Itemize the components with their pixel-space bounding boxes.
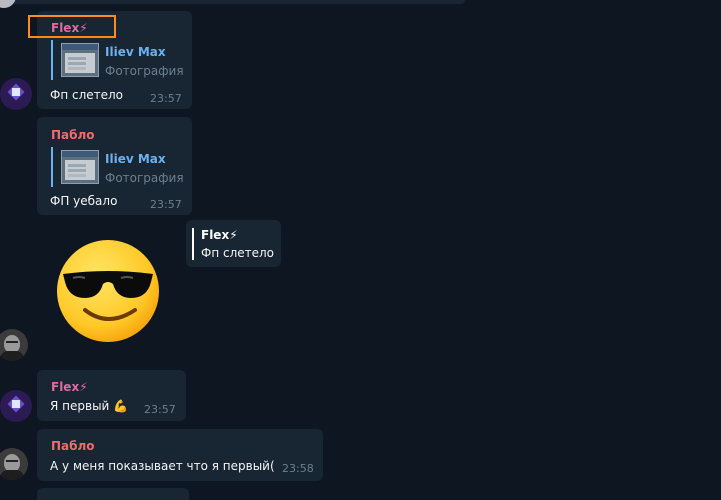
sunglasses-emoji[interactable] (55, 238, 161, 344)
message-bubble[interactable]: Пабло А у меня показывает что я первый( … (37, 429, 323, 481)
lightning-icon: ⚡ (79, 380, 88, 394)
chat-area: Flex⚡ Iliev Max Фотография Фп слетело 23… (0, 0, 721, 500)
reply-preview[interactable]: Flex⚡ Фп слетело (186, 220, 281, 267)
message-time: 23:57 (150, 198, 182, 211)
message-text: Фп слетело (50, 88, 124, 102)
flexed-biceps-icon: 💪 (113, 399, 129, 413)
reply-subtitle: Фотография (105, 171, 184, 185)
photo-thumbnail (61, 43, 99, 77)
message-bubble[interactable]: Flex⚡ Я первый 💪 23:57 (37, 370, 186, 421)
lightning-icon: ⚡ (229, 228, 238, 242)
highlight-box (28, 15, 116, 38)
avatar[interactable] (0, 78, 32, 110)
reply-text: Фп слетело (201, 246, 275, 260)
avatar[interactable] (0, 448, 28, 480)
message-time: 23:57 (150, 92, 182, 105)
reply-preview[interactable]: Iliev Max Фотография (51, 147, 188, 187)
avatar-partial-top (0, 0, 16, 8)
reply-sender: Iliev Max (105, 152, 166, 166)
photo-thumbnail (61, 150, 99, 184)
reply-subtitle: Фотография (105, 64, 184, 78)
message-text: Я первый 💪 (50, 399, 129, 413)
message-text: А у меня показывает что я первый( (50, 459, 275, 473)
reply-sender: Flex⚡ (201, 228, 238, 242)
partial-message-top (0, 0, 465, 4)
reply-sender: Iliev Max (105, 45, 166, 59)
avatar[interactable] (0, 329, 28, 361)
message-bubble[interactable]: Пабло Iliev Max Фотография ФП уебало 23:… (37, 117, 192, 215)
message-text: ФП уебало (50, 194, 118, 208)
message-time: 23:57 (144, 403, 176, 416)
sender-name[interactable]: Flex⚡ (51, 380, 88, 394)
message-time: 23:58 (282, 462, 314, 475)
sender-name[interactable]: Пабло (51, 128, 95, 142)
avatar[interactable] (0, 390, 32, 422)
partial-message-bottom (37, 488, 189, 500)
sender-name[interactable]: Пабло (51, 439, 95, 453)
reply-preview[interactable]: Iliev Max Фотография (51, 40, 188, 80)
